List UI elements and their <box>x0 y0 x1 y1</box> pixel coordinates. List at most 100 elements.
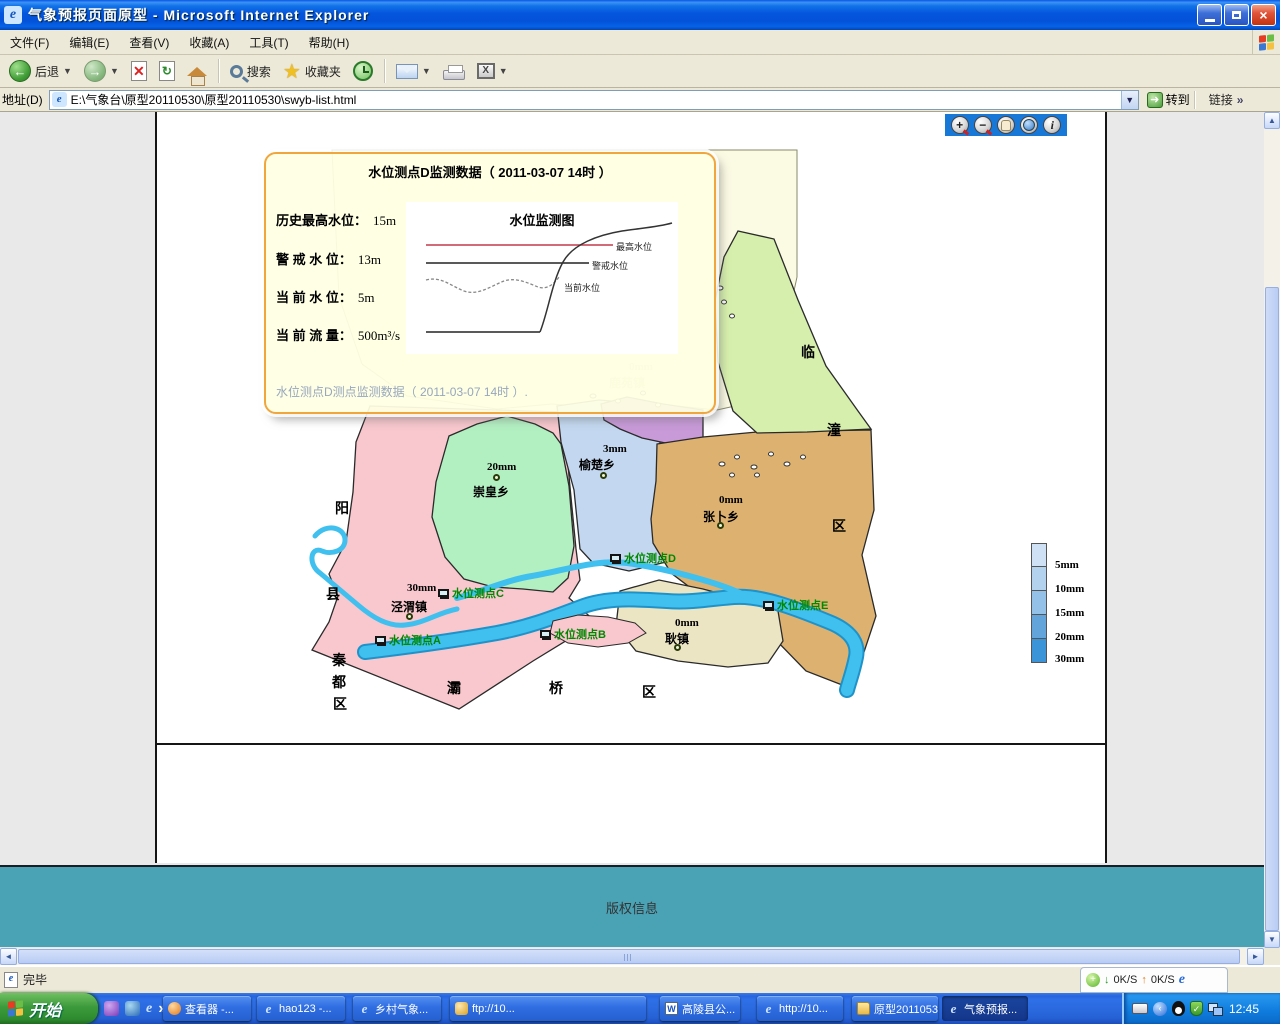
taskbar: 开始 e » 查看器 -... e hao123 -... e 乡村气象... … <box>0 993 1280 1024</box>
popup-row: 警 戒 水 位：13m <box>276 249 381 269</box>
popup-row: 历史最高水位：15m <box>276 210 396 230</box>
town-marker[interactable] <box>674 644 681 651</box>
mail-button[interactable]: ▼ <box>391 62 436 81</box>
task-button-http[interactable]: e http://10... <box>757 996 843 1021</box>
popup-row: 当 前 流 量：500m³/s <box>276 325 400 345</box>
menu-help[interactable]: 帮助(H) <box>299 30 360 55</box>
browser-viewport: 0mm 鹿苑镇 临 潼 区 阳 县 秦 都 区 灞 桥 区 20mm 崇皇乡 3… <box>0 112 1264 965</box>
links-chevron-icon[interactable]: » <box>1237 93 1244 107</box>
task-button-weather-proto[interactable]: e 气象预报... <box>942 996 1028 1021</box>
forward-dropdown-icon[interactable]: ▼ <box>110 66 119 76</box>
go-arrow-icon: ➜ <box>1147 92 1163 108</box>
scroll-right-icon[interactable]: ► <box>1247 948 1264 965</box>
network-speed-widget[interactable]: + ↓ 0K/S ↑ 0K/S e <box>1080 967 1228 993</box>
region-mint <box>432 416 574 592</box>
task-button-word-doc[interactable]: W 高陵县公... <box>660 996 740 1021</box>
stop-button[interactable]: ✕ <box>126 59 152 83</box>
town-label-chonghuang[interactable]: 崇皇乡 <box>473 483 509 500</box>
start-windows-flag-icon <box>8 1000 23 1017</box>
district-char-qu-2: 区 <box>333 694 347 714</box>
task-button-folder[interactable]: 原型20110530 <box>852 996 938 1021</box>
task-button-weather-site[interactable]: e 乡村气象... <box>353 996 441 1021</box>
address-dropdown-icon[interactable]: ▼ <box>1121 91 1138 109</box>
ie-window-icon: e <box>4 6 22 24</box>
town-marker[interactable] <box>406 613 413 620</box>
mail-dropdown-icon[interactable]: ▼ <box>422 66 431 76</box>
network-tray-icon[interactable] <box>1208 1003 1222 1015</box>
zoom-out-icon[interactable]: − <box>974 116 992 134</box>
horizontal-scroll-thumb[interactable] <box>18 949 1240 964</box>
forward-icon: → <box>84 60 106 82</box>
horizontal-scrollbar[interactable]: ◄ ► <box>0 948 1264 965</box>
info-icon[interactable]: i <box>1043 116 1061 134</box>
rain-label: 0mm <box>719 494 743 506</box>
station-b[interactable]: 水位测点B <box>540 626 606 642</box>
address-input[interactable] <box>71 93 1111 107</box>
task-button-hao123[interactable]: e hao123 -... <box>257 996 345 1021</box>
task-button-ftp[interactable]: ftp://10... <box>450 996 646 1021</box>
history-button[interactable] <box>348 59 378 83</box>
menu-edit[interactable]: 编辑(E) <box>59 30 119 55</box>
station-a[interactable]: 水位测点A <box>375 632 441 648</box>
station-data-popup: 水位测点D监测数据（ 2011-03-07 14时 ） 历史最高水位：15m 警… <box>264 152 716 414</box>
back-button[interactable]: ← 后退 ▼ <box>4 58 77 84</box>
scroll-down-icon[interactable]: ▼ <box>1264 931 1280 948</box>
edit-button[interactable]: X ▼ <box>472 61 513 81</box>
home-button[interactable] <box>182 65 212 78</box>
keyboard-tray-icon[interactable] <box>1132 1003 1148 1014</box>
district-char-yang: 阳 <box>335 498 349 518</box>
links-label[interactable]: 链接 » <box>1209 91 1244 108</box>
menu-view[interactable]: 查看(V) <box>119 30 179 55</box>
town-marker[interactable] <box>493 474 500 481</box>
start-button[interactable]: 开始 <box>0 993 98 1024</box>
clock[interactable]: 12:45 <box>1229 1002 1259 1016</box>
menu-favorites[interactable]: 收藏(A) <box>179 30 239 55</box>
tray-chevron-icon[interactable]: ‹ <box>1153 1002 1167 1016</box>
search-button[interactable]: 搜索 <box>225 61 276 82</box>
quick-launch-ie-icon[interactable] <box>125 1001 140 1016</box>
close-button[interactable]: × <box>1251 4 1276 26</box>
restore-button[interactable] <box>1224 4 1249 26</box>
rainfall-legend: 5mm 10mm 15mm 20mm 30mm <box>1031 543 1101 663</box>
copyright-footer: 版权信息 <box>0 865 1264 947</box>
town-marker[interactable] <box>600 472 607 479</box>
district-char-qiao: 桥 <box>549 678 563 698</box>
station-e[interactable]: 水位测点E <box>763 597 828 613</box>
ie-widget-icon: e <box>1179 972 1185 988</box>
edit-dropdown-icon[interactable]: ▼ <box>499 66 508 76</box>
back-dropdown-icon[interactable]: ▼ <box>63 66 72 76</box>
full-extent-globe-icon[interactable] <box>1020 116 1038 134</box>
security-shield-icon[interactable]: ✓ <box>1190 1001 1203 1016</box>
monitor-icon <box>375 636 386 644</box>
minimize-button[interactable] <box>1197 4 1222 26</box>
ie-icon: e <box>947 1002 960 1015</box>
quick-launch-e-icon[interactable]: e <box>146 1001 152 1017</box>
district-char-tong: 潼 <box>827 420 841 440</box>
qq-tray-icon[interactable] <box>1172 1001 1185 1016</box>
forward-button[interactable]: → ▼ <box>79 58 124 84</box>
title-bar: e 气象预报页面原型 - Microsoft Internet Explorer… <box>0 0 1280 30</box>
station-d[interactable]: 水位测点D <box>610 550 676 566</box>
quick-launch-icon-1[interactable] <box>104 1001 119 1016</box>
scroll-up-icon[interactable]: ▲ <box>1264 112 1280 129</box>
vertical-scroll-thumb[interactable] <box>1265 287 1279 931</box>
scroll-left-icon[interactable]: ◄ <box>0 948 17 965</box>
favorites-button[interactable]: ★ 收藏夹 <box>278 57 346 86</box>
address-combo: e ▼ <box>49 90 1139 110</box>
zoom-in-icon[interactable]: + <box>951 116 969 134</box>
menu-tools[interactable]: 工具(T) <box>239 30 298 55</box>
menu-file[interactable]: 文件(F) <box>0 30 59 55</box>
weather-map[interactable]: 0mm 鹿苑镇 临 潼 区 阳 县 秦 都 区 灞 桥 区 20mm 崇皇乡 3… <box>157 112 1105 745</box>
vertical-scrollbar[interactable]: ▲ ▼ <box>1264 112 1280 948</box>
town-label-yuchu[interactable]: 榆楚乡 <box>579 456 615 473</box>
system-tray: ‹ ✓ 12:45 <box>1122 993 1280 1024</box>
town-marker[interactable] <box>717 522 724 529</box>
speed-widget-icon: + <box>1086 973 1100 987</box>
task-button-viewer[interactable]: 查看器 -... <box>163 996 251 1021</box>
print-button[interactable] <box>438 60 470 82</box>
go-button[interactable]: ➜ 转到 <box>1147 91 1190 108</box>
rain-label: 20mm <box>487 461 516 473</box>
refresh-button[interactable]: ↻ <box>154 59 180 83</box>
station-c[interactable]: 水位测点C <box>438 585 504 601</box>
pan-hand-icon[interactable] <box>997 116 1015 134</box>
